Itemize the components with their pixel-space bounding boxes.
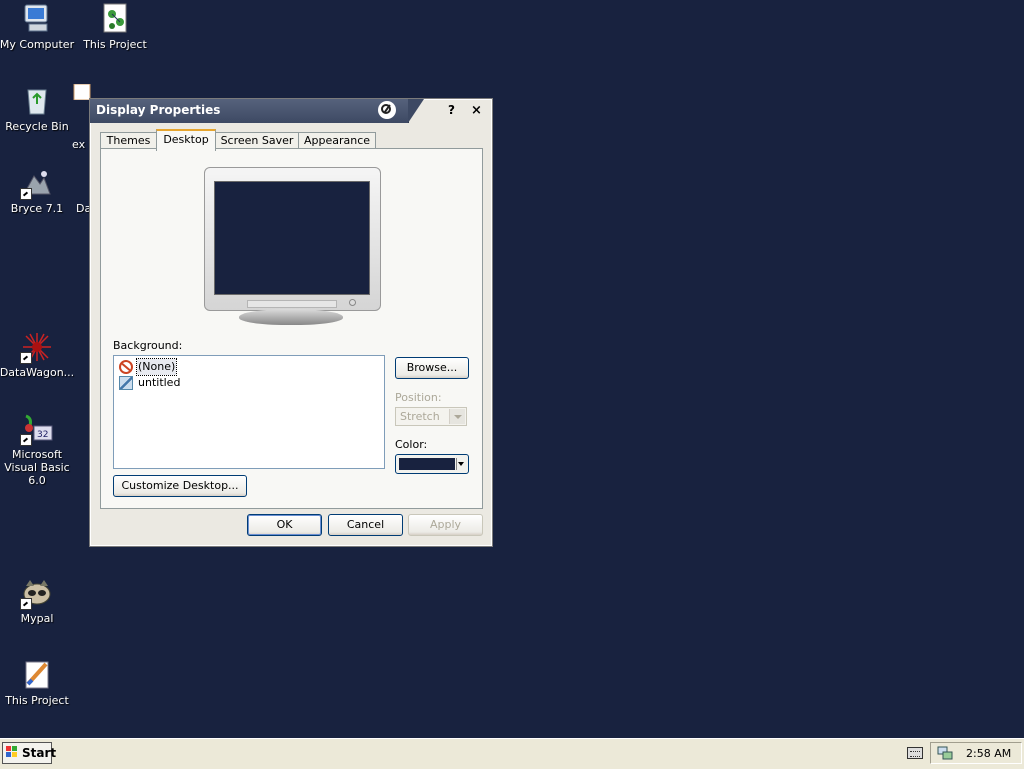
desktop-icon-this-project[interactable]: This Project xyxy=(76,2,154,51)
tab-themes[interactable]: Themes xyxy=(100,132,157,149)
shortcut-arrow-icon xyxy=(20,598,32,610)
desktop-icon-label: Mypal xyxy=(20,612,54,625)
cancel-button[interactable]: Cancel xyxy=(328,514,403,536)
start-label: Start xyxy=(22,746,57,760)
tab-desktop[interactable]: Desktop xyxy=(156,129,216,151)
shortcut-arrow-icon xyxy=(20,188,32,200)
desktop-icon-label: This Project xyxy=(5,694,69,707)
svg-text:32: 32 xyxy=(37,430,48,440)
computer-icon xyxy=(20,2,54,36)
position-select[interactable]: Stretch xyxy=(395,407,467,426)
position-value: Stretch xyxy=(400,410,440,423)
ok-button[interactable]: OK xyxy=(247,514,322,536)
display-properties-dialog: Display Properties ? × Themes Desktop Sc… xyxy=(89,98,493,547)
molecule-icon xyxy=(98,2,132,36)
apply-button[interactable]: Apply xyxy=(408,514,483,536)
desktop-icon-label: Recycle Bin xyxy=(5,120,69,133)
taskbar: Start 2:58 AM xyxy=(0,738,1024,769)
desktop-icon-this-project-2[interactable]: This Project xyxy=(0,658,76,707)
datawagon-icon xyxy=(20,330,54,364)
close-button[interactable]: × xyxy=(471,103,482,118)
desktop-icon-partial-da[interactable]: Da xyxy=(76,202,92,215)
background-list[interactable]: (None) untitled xyxy=(113,355,385,469)
desktop-icon-label: This Project xyxy=(83,38,147,51)
chevron-down-icon xyxy=(449,409,465,424)
monitor-slot xyxy=(247,300,337,308)
bryce-icon xyxy=(20,166,54,200)
desktop-icon-label: Microsoft Visual Basic 6.0 xyxy=(4,448,70,487)
desktop-icon-my-computer[interactable]: My Computer xyxy=(0,2,76,51)
chevron-down-icon xyxy=(456,458,465,470)
visual-basic-icon: 32 xyxy=(20,412,54,446)
image-file-icon xyxy=(119,376,133,390)
list-item-label: untitled xyxy=(138,376,181,389)
desktop-icon-visual-basic[interactable]: 32 Microsoft Visual Basic 6.0 xyxy=(0,412,76,487)
browse-button[interactable]: Browse... xyxy=(395,357,469,379)
paintbrush-icon xyxy=(20,658,54,692)
desktop-tab-panel: Background: (None) untitled Browse... Po… xyxy=(100,148,483,509)
list-item-label: (None) xyxy=(135,358,178,376)
network-icon[interactable] xyxy=(937,746,953,760)
desktop-icon-label: DataWagon... xyxy=(0,366,75,379)
mypal-icon xyxy=(20,576,54,610)
desktop-icon-label: Da xyxy=(76,202,92,215)
tab-appearance[interactable]: Appearance xyxy=(298,132,376,149)
shortcut-arrow-icon xyxy=(20,352,32,364)
monitor-power-led xyxy=(349,299,356,306)
desktop-icon-label: My Computer xyxy=(0,38,75,51)
windows-logo-icon xyxy=(6,746,18,759)
start-button[interactable]: Start xyxy=(2,742,56,764)
monitor-preview xyxy=(204,167,381,311)
customize-desktop-button[interactable]: Customize Desktop... xyxy=(113,475,247,497)
title-emblem-icon xyxy=(378,101,396,119)
background-label: Background: xyxy=(113,339,183,352)
shortcut-arrow-icon xyxy=(20,434,32,446)
keyboard-icon[interactable] xyxy=(907,747,923,759)
system-tray: 2:58 AM xyxy=(930,742,1022,764)
desktop-icon-datawagon[interactable]: DataWagon... xyxy=(0,330,76,379)
color-picker-button[interactable] xyxy=(395,454,469,474)
desktop-icon-mypal[interactable]: Mypal xyxy=(0,576,76,625)
recycle-bin-icon xyxy=(20,84,54,118)
dialog-title: Display Properties xyxy=(96,103,221,117)
desktop-icon-recycle-bin[interactable]: Recycle Bin xyxy=(0,84,76,133)
desktop-icon-label: Bryce 7.1 xyxy=(10,202,64,215)
position-label: Position: xyxy=(395,391,442,404)
dialog-titlebar[interactable]: Display Properties xyxy=(90,99,424,123)
desktop-icon-bryce[interactable]: Bryce 7.1 xyxy=(0,166,76,215)
monitor-stand xyxy=(239,309,343,325)
monitor-preview-screen xyxy=(214,181,370,295)
tab-screen-saver[interactable]: Screen Saver xyxy=(215,132,299,149)
clock[interactable]: 2:58 AM xyxy=(966,747,1011,760)
help-button[interactable]: ? xyxy=(448,103,455,117)
color-label: Color: xyxy=(395,438,428,451)
no-image-icon xyxy=(119,360,133,374)
color-swatch xyxy=(399,458,455,470)
